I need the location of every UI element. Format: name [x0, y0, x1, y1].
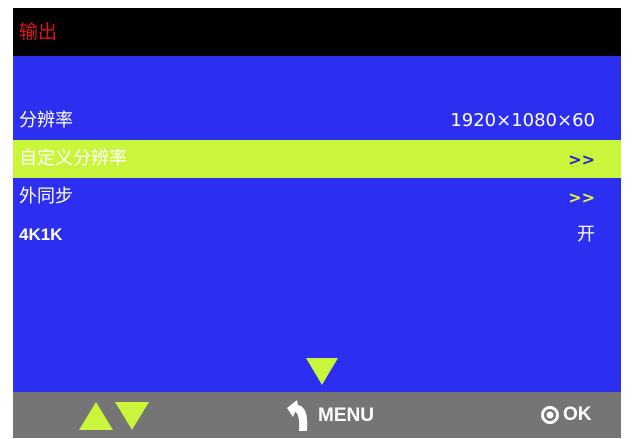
scroll-down-icon[interactable]	[306, 358, 338, 385]
arrow-up-icon[interactable]	[79, 402, 113, 430]
footer-bar: MENU OK	[13, 392, 621, 438]
arrow-down-icon[interactable]	[115, 402, 149, 430]
menu-item-external-sync[interactable]: 外同步 >>	[13, 178, 621, 216]
menu-item-resolution[interactable]: 分辨率 1920×1080×60	[13, 102, 621, 140]
menu-item-label: 4K1K	[19, 225, 63, 244]
menu-item-label: 外同步	[19, 186, 73, 207]
menu-item-value: 开	[577, 224, 595, 245]
title-bar: 输出	[13, 8, 621, 56]
menu-item-label: 自定义分辨率	[19, 148, 127, 169]
ok-circle-icon[interactable]	[540, 405, 560, 425]
menu-item-custom-resolution[interactable]: 自定义分辨率 >>	[13, 140, 621, 178]
menu-item-value: 1920×1080×60	[450, 110, 595, 131]
submenu-arrow-icon: >>	[568, 188, 595, 207]
page-title: 输出	[19, 21, 58, 43]
back-icon[interactable]	[284, 399, 314, 433]
osd-screen: 输出 分辨率 1920×1080×60 自定义分辨率 >> 外同步 >> 4K1…	[13, 8, 621, 438]
menu-button-label[interactable]: MENU	[318, 404, 374, 428]
submenu-arrow-icon: >>	[568, 150, 595, 169]
menu-item-label: 分辨率	[19, 110, 73, 131]
ok-button-label[interactable]: OK	[563, 403, 592, 427]
menu-item-4k1k[interactable]: 4K1K 开	[13, 216, 621, 254]
